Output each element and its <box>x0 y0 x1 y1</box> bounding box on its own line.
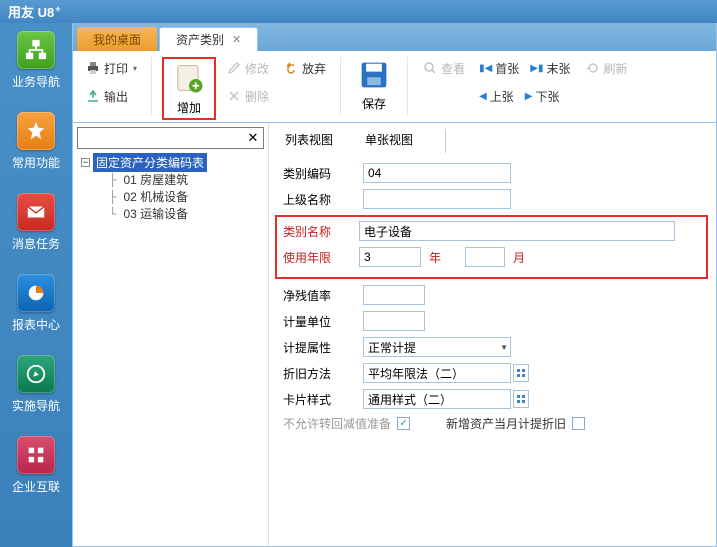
life-years-input[interactable] <box>359 247 421 267</box>
tree-search[interactable]: ✕ <box>77 127 264 149</box>
pencil-icon <box>226 60 242 76</box>
toolbar: 打印▾ 输出 增加 修 <box>73 51 716 123</box>
clear-icon[interactable]: ✕ <box>245 130 261 146</box>
tab-list-view[interactable]: 列表视图 <box>279 129 339 153</box>
add-highlight: 增加 <box>162 57 216 120</box>
parent-label: 上级名称 <box>275 191 363 208</box>
tree-root[interactable]: 固定资产分类编码表 <box>93 153 207 172</box>
lookup-button[interactable] <box>513 364 529 382</box>
left-nav: 业务导航 常用功能 消息任务 报表中心 实施导航 企业互联 <box>0 23 72 547</box>
title-bar: 用友 U8+ <box>0 0 717 23</box>
tab-asset-category[interactable]: 资产类别 ✕ <box>159 27 258 51</box>
chevron-down-icon: ▼ <box>500 343 508 352</box>
card-label: 卡片样式 <box>275 391 363 408</box>
next-button[interactable]: ▶下张 <box>521 85 564 107</box>
tab-strip: 我的桌面 资产类别 ✕ <box>73 23 716 51</box>
unit-input[interactable] <box>363 311 425 331</box>
sitemap-icon <box>17 31 55 69</box>
apps-icon <box>17 436 55 474</box>
last-icon: ▶▮ <box>530 63 543 74</box>
first-icon: ▮◀ <box>479 63 492 74</box>
tree-item[interactable]: ├ 02 机械设备 <box>77 188 264 205</box>
method-label: 折旧方法 <box>275 365 363 382</box>
category-tree[interactable]: − 固定资产分类编码表 ├ 01 房屋建筑 ├ 02 机械设备 └ 03 运输设… <box>77 153 264 222</box>
nav-favorites[interactable]: 常用功能 <box>8 112 64 171</box>
code-input[interactable] <box>363 163 511 183</box>
attr-select[interactable]: 正常计提▼ <box>363 337 511 357</box>
name-label: 类别名称 <box>277 223 359 240</box>
nav-business[interactable]: 业务导航 <box>8 31 64 90</box>
chk2-label: 新增资产当月计提折旧 <box>446 415 566 432</box>
chk-new-depr[interactable] <box>572 417 585 430</box>
delete-button[interactable]: 删除 <box>222 85 273 107</box>
card-select[interactable]: 通用样式（二） <box>363 389 511 409</box>
prev-button[interactable]: ◀上张 <box>475 85 518 107</box>
salvage-label: 净残值率 <box>275 287 363 304</box>
delete-icon <box>226 88 242 104</box>
close-icon[interactable]: ✕ <box>232 33 241 46</box>
chk1-label: 不允许转回减值准备 <box>283 415 391 432</box>
tab-home[interactable]: 我的桌面 <box>77 27 157 51</box>
abandon-button[interactable]: 放弃 <box>279 57 330 79</box>
refresh-button[interactable]: 刷新 <box>581 57 632 79</box>
save-button[interactable]: 保存 <box>351 57 397 112</box>
last-button[interactable]: ▶▮末张 <box>526 57 574 79</box>
save-icon <box>356 57 392 93</box>
piechart-icon <box>17 274 55 312</box>
refresh-icon <box>585 60 601 76</box>
nav-report[interactable]: 报表中心 <box>8 274 64 333</box>
parent-input[interactable] <box>363 189 511 209</box>
nav-messages[interactable]: 消息任务 <box>8 193 64 252</box>
mail-icon <box>17 193 55 231</box>
prev-icon: ◀ <box>479 91 487 102</box>
lookup-button[interactable] <box>513 390 529 408</box>
main-panel: 我的桌面 资产类别 ✕ 打印▾ 输出 <box>72 23 717 547</box>
chk-no-reverse[interactable] <box>397 417 410 430</box>
tree-item[interactable]: ├ 01 房屋建筑 <box>77 171 264 188</box>
collapse-icon[interactable]: − <box>81 158 90 167</box>
unit-label: 计量单位 <box>275 313 363 330</box>
undo-icon <box>283 60 299 76</box>
compass-icon <box>17 355 55 393</box>
add-button[interactable]: 增加 <box>166 61 212 116</box>
life-label: 使用年限 <box>277 249 359 266</box>
nav-implement[interactable]: 实施导航 <box>8 355 64 414</box>
search-icon <box>422 60 438 76</box>
salvage-input[interactable] <box>363 285 425 305</box>
chevron-down-icon: ▾ <box>133 64 137 73</box>
form-panel: 列表视图 单张视图 类别编码 上级名称 类别名称 <box>269 123 716 546</box>
required-highlight: 类别名称 使用年限 年 月 <box>275 215 708 279</box>
tree-item[interactable]: └ 03 运输设备 <box>77 205 264 222</box>
method-select[interactable]: 平均年限法（二） <box>363 363 511 383</box>
export-icon <box>85 88 101 104</box>
nav-enterprise[interactable]: 企业互联 <box>8 436 64 495</box>
tab-single-view[interactable]: 单张视图 <box>359 129 419 153</box>
view-button[interactable]: 查看 <box>418 57 469 79</box>
attr-label: 计提属性 <box>275 339 363 356</box>
edit-button[interactable]: 修改 <box>222 57 273 79</box>
add-document-icon <box>171 61 207 97</box>
tree-panel: ✕ − 固定资产分类编码表 ├ 01 房屋建筑 ├ 02 机械设备 └ 03 运… <box>73 123 269 546</box>
printer-icon <box>85 60 101 76</box>
life-months-input[interactable] <box>465 247 505 267</box>
output-button[interactable]: 输出 <box>81 85 132 107</box>
app-title: 用友 U8+ <box>8 2 61 21</box>
star-icon <box>17 112 55 150</box>
next-icon: ▶ <box>525 91 533 102</box>
code-label: 类别编码 <box>275 165 363 182</box>
name-input[interactable] <box>359 221 675 241</box>
print-button[interactable]: 打印▾ <box>81 57 141 79</box>
first-button[interactable]: ▮◀首张 <box>475 57 523 79</box>
